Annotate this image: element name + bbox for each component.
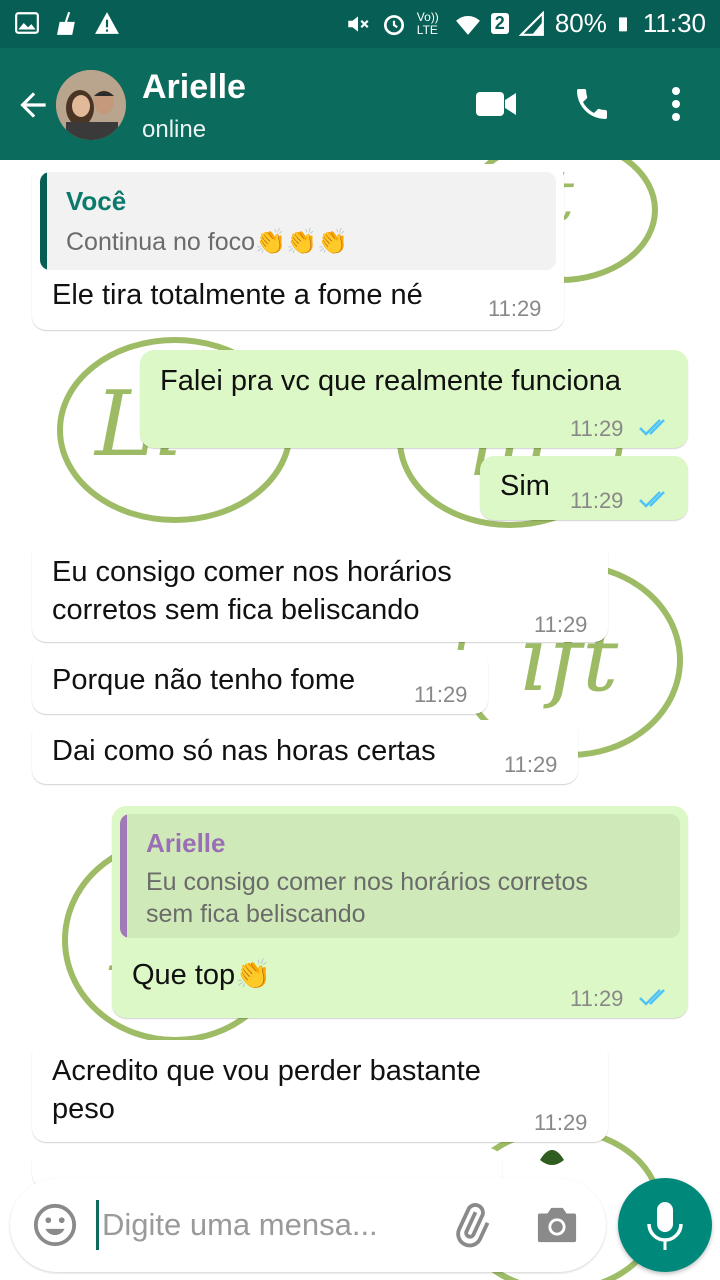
- message-time: 11:29: [570, 488, 624, 513]
- status-bar: Vo)) LTE 2 80% 11:30: [0, 0, 720, 48]
- message-text: Porque não tenho fome: [52, 664, 356, 696]
- message-text-line: peso: [52, 1093, 115, 1125]
- attach-icon[interactable]: [448, 1202, 494, 1248]
- avatar[interactable]: [56, 70, 126, 140]
- message-time: 11:29: [488, 296, 542, 321]
- message-time: 11:29: [570, 986, 624, 1011]
- signal-icon: [518, 10, 544, 36]
- image-icon: [15, 12, 39, 34]
- message-text: Que top👏: [132, 959, 272, 991]
- message-incoming[interactable]: Acredito que vou perder bastante peso 11…: [32, 1040, 608, 1142]
- quote-author: Você: [66, 186, 127, 216]
- carrier-label: Vo)) LTE: [416, 9, 439, 37]
- quoted-message[interactable]: Arielle Eu consigo comer nos horários co…: [120, 814, 680, 938]
- message-text-line: Eu consigo comer nos horários: [52, 556, 452, 588]
- message-time: 11:29: [534, 1110, 588, 1135]
- quote-author: Arielle: [146, 828, 226, 858]
- status-right: Vo)) LTE 2 80% 11:30: [345, 8, 706, 39]
- message-time: 11:29: [504, 752, 558, 777]
- message-text: Falei pra vc que realmente funciona: [160, 365, 622, 397]
- message-input[interactable]: [102, 1194, 432, 1256]
- phone-icon[interactable]: [572, 84, 612, 124]
- video-call-icon[interactable]: [474, 86, 518, 122]
- back-arrow-icon[interactable]: [14, 86, 52, 124]
- text-cursor: [96, 1200, 99, 1250]
- quote-text-line: Eu consigo comer nos horários corretos: [146, 868, 588, 896]
- read-ticks-icon: [639, 491, 665, 508]
- broom-icon: [57, 11, 75, 35]
- wifi-icon: [455, 15, 480, 35]
- read-ticks-icon: [639, 989, 665, 1006]
- message-outgoing[interactable]: Falei pra vc que realmente funciona 11:2…: [140, 350, 688, 448]
- contact-name[interactable]: Arielle: [142, 68, 246, 107]
- message-text-line: Acredito que vou perder bastante: [52, 1055, 481, 1087]
- message-time: 11:29: [414, 682, 468, 707]
- message-outgoing[interactable]: Sim 11:29: [480, 456, 688, 520]
- message-text-line: corretos sem fica beliscando: [52, 594, 420, 626]
- quote-bar: [120, 814, 127, 938]
- chat-header: Arielle online: [0, 48, 720, 160]
- message-incoming[interactable]: Dai como só nas horas certas 11:29: [32, 720, 578, 784]
- message-incoming[interactable]: Você Continua no foco👏👏👏 Ele tira totalm…: [32, 164, 564, 330]
- message-time: 11:29: [570, 416, 624, 441]
- mute-icon: [348, 15, 369, 32]
- quote-text-line: sem fica beliscando: [146, 900, 366, 928]
- message-text: Ele tira totalmente a fome né: [52, 279, 423, 311]
- message-incoming[interactable]: Porque não tenho fome 11:29: [32, 650, 488, 714]
- message-outgoing[interactable]: Arielle Eu consigo comer nos horários co…: [112, 806, 688, 1018]
- alarm-icon: [383, 14, 404, 35]
- read-ticks-icon: [639, 419, 665, 436]
- message-incoming[interactable]: Eu consigo comer nos horários corretos s…: [32, 540, 608, 642]
- message-time: 11:29: [534, 612, 588, 637]
- contact-status: online: [142, 116, 207, 143]
- warning-icon: [95, 12, 119, 34]
- sim-badge: 2: [490, 13, 509, 34]
- status-left: [14, 10, 120, 36]
- mic-icon: [647, 1202, 683, 1250]
- message-text: Dai como só nas horas certas: [52, 735, 436, 767]
- quoted-message[interactable]: Você Continua no foco👏👏👏: [40, 172, 556, 270]
- message-composer: [10, 1178, 606, 1272]
- more-vert-icon[interactable]: [660, 84, 692, 124]
- emoji-icon[interactable]: [32, 1202, 78, 1248]
- quote-text: Continua no foco👏👏👏: [66, 228, 349, 256]
- clock: 11:30: [642, 8, 706, 38]
- battery-icon: [618, 16, 627, 31]
- mic-button[interactable]: [618, 1178, 712, 1272]
- quote-bar: [40, 172, 47, 270]
- message-text: Sim: [500, 470, 550, 502]
- battery-percent: 80%: [554, 8, 607, 38]
- camera-icon[interactable]: [534, 1204, 580, 1246]
- avatar-photo: [56, 70, 126, 140]
